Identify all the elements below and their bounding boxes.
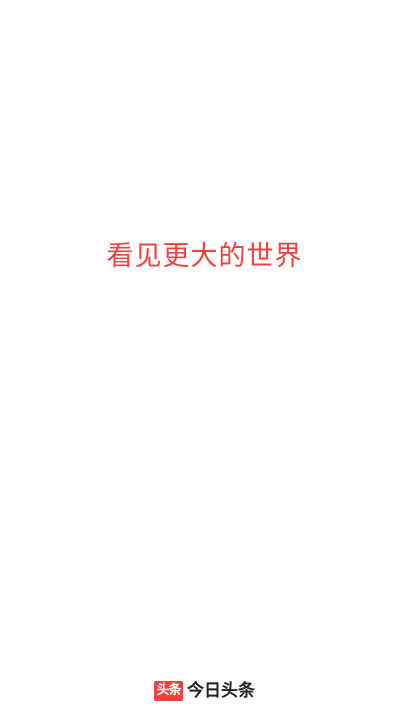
toutiao-logo-icon: 头条 — [154, 681, 183, 701]
brand-footer: 头条 今日头条 — [0, 679, 409, 703]
splash-screen: 看见更大的世界 头条 今日头条 — [0, 0, 409, 728]
splash-slogan: 看见更大的世界 — [106, 241, 303, 272]
app-name: 今日头条 — [187, 681, 255, 701]
